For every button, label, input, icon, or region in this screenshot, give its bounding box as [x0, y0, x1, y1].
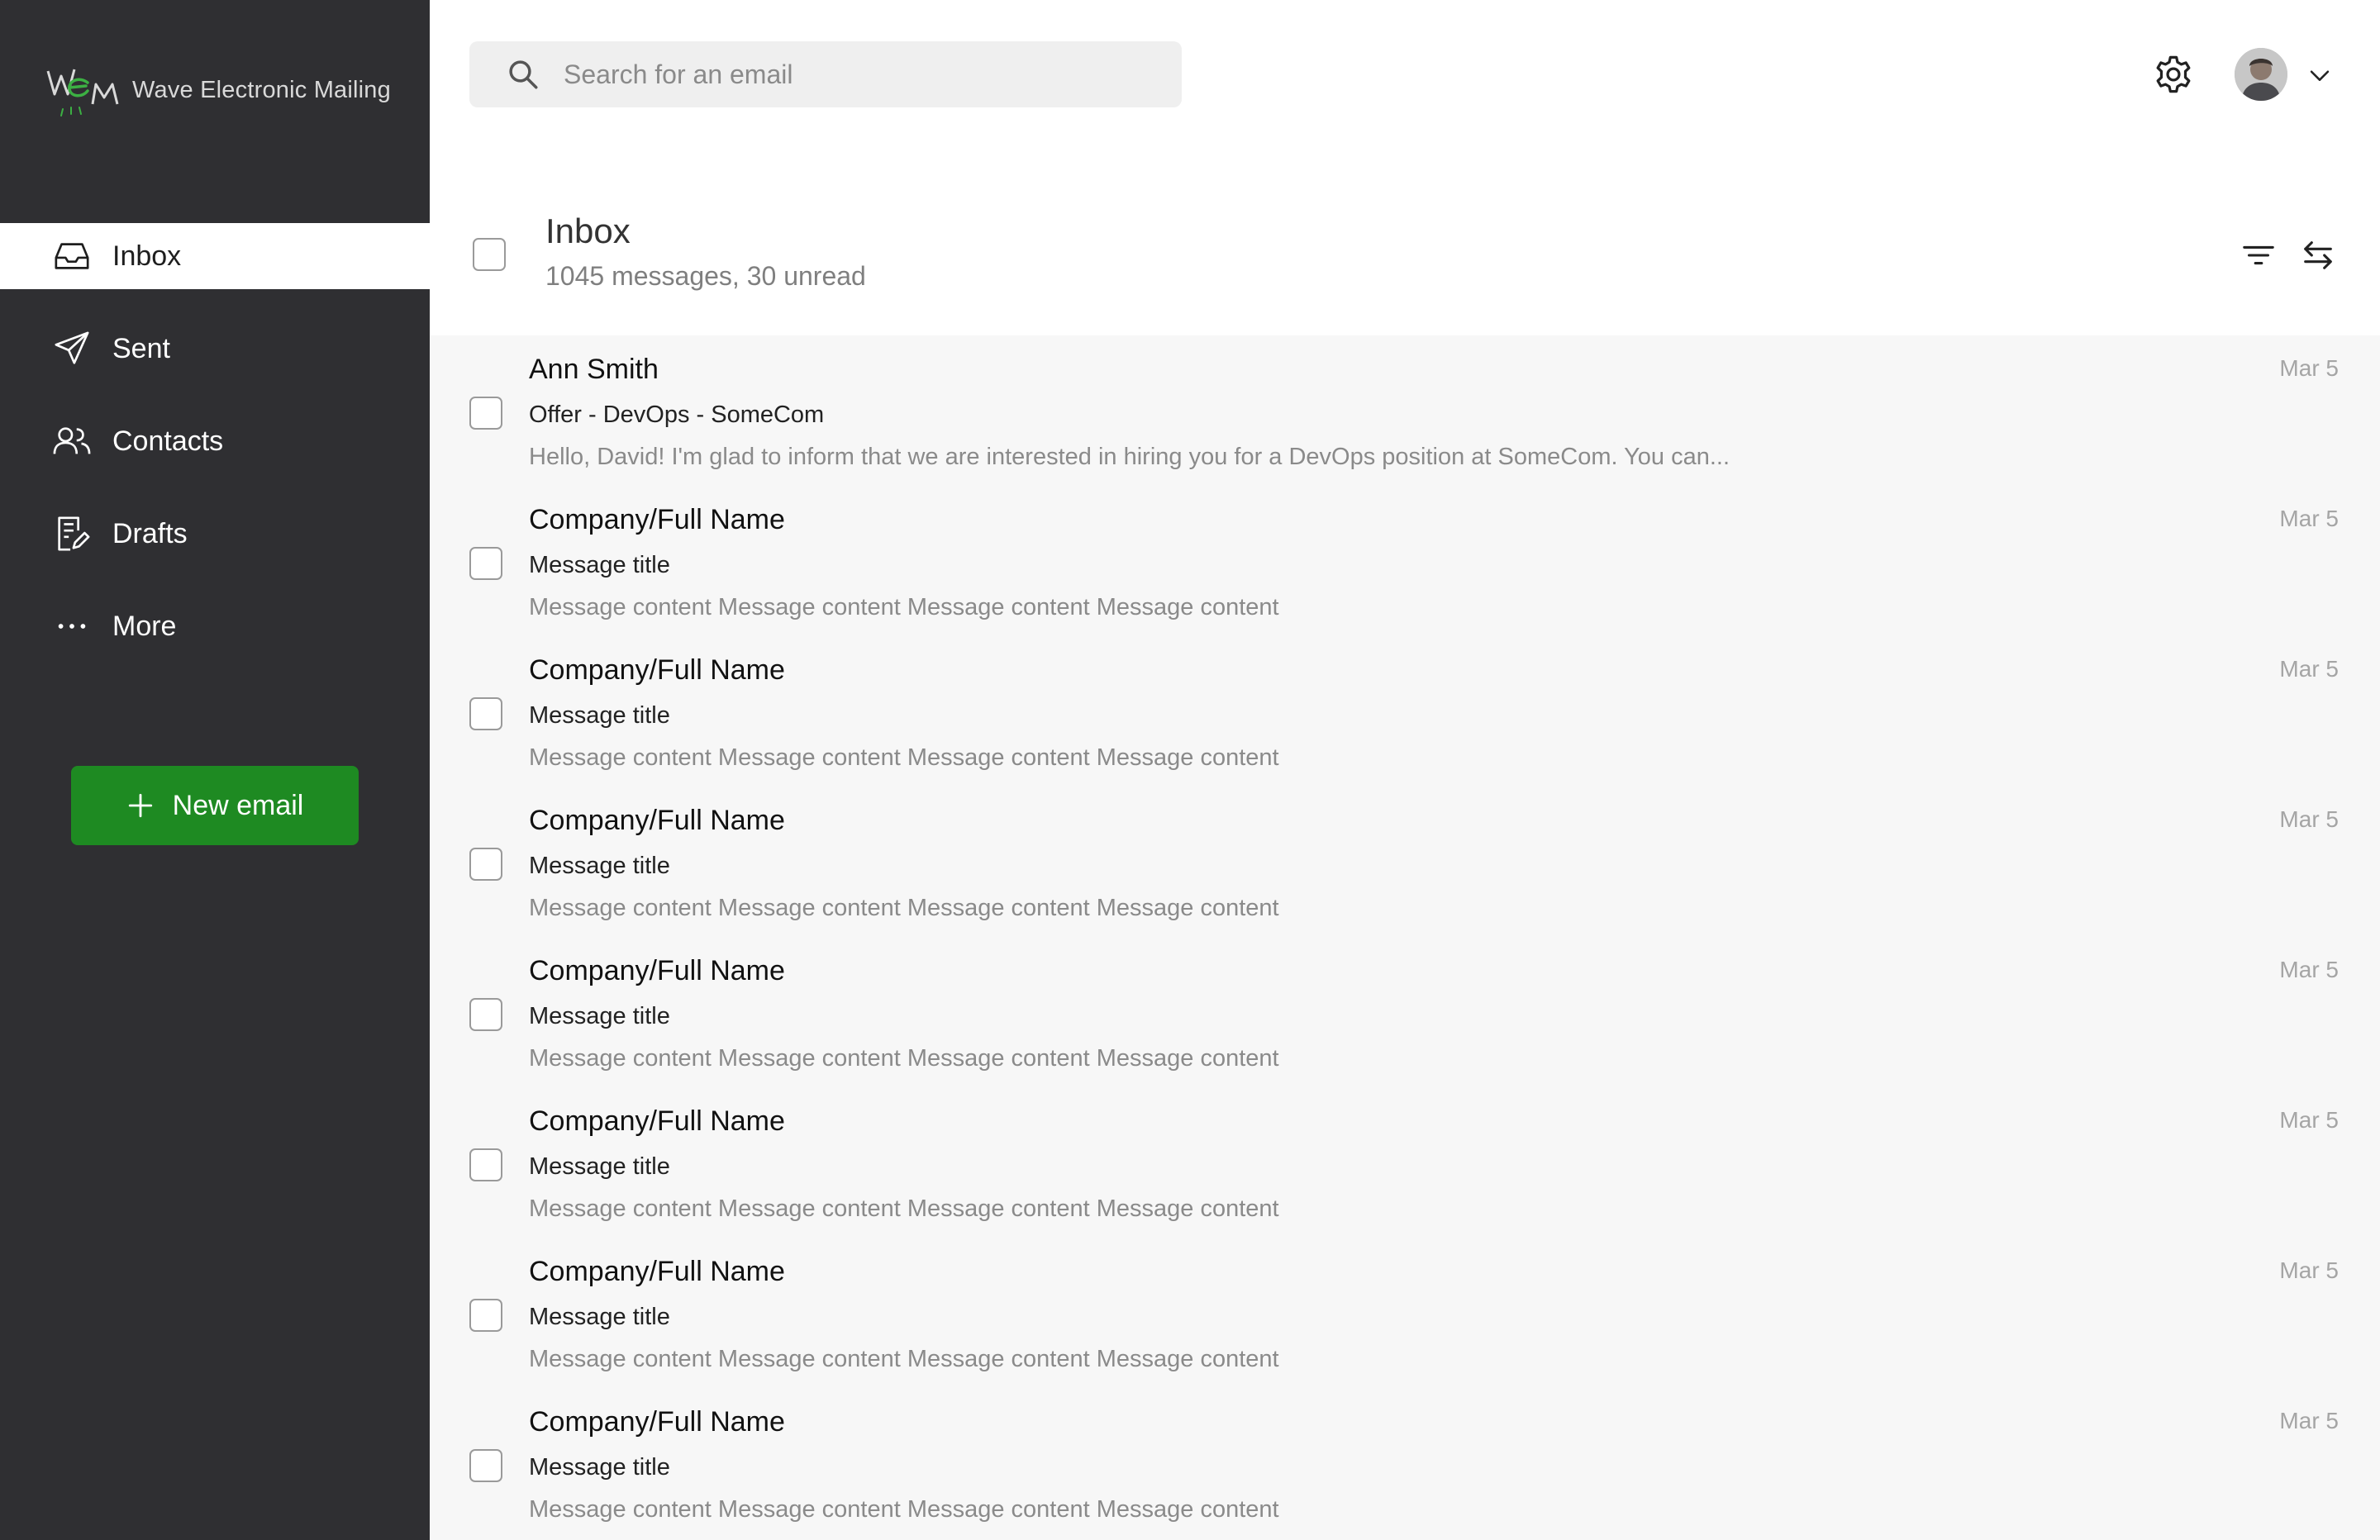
message-subject: Message title [529, 1153, 670, 1180]
sidebar: Wave Electronic Mailing Inbox Sent Conta… [0, 0, 430, 1540]
user-avatar[interactable] [2235, 48, 2287, 101]
message-date: Mar 5 [2279, 355, 2339, 381]
sidebar-item-drafts[interactable]: Drafts [0, 501, 430, 567]
more-icon [53, 607, 91, 645]
message-subject: Message title [529, 853, 670, 879]
sidebar-item-label: Drafts [112, 517, 188, 549]
message-preview: Message content Message content Message … [529, 1045, 1279, 1072]
message-date: Mar 5 [2279, 506, 2339, 531]
message-checkbox[interactable] [469, 1449, 502, 1482]
message-subject: Message title [529, 1003, 670, 1029]
message-checkbox[interactable] [469, 397, 502, 430]
app-logo[interactable]: Wave Electronic Mailing [46, 61, 391, 119]
message-sender: Company/Full Name [529, 955, 785, 986]
sidebar-item-label: Sent [112, 332, 170, 364]
search-icon [509, 60, 538, 89]
message-preview: Message content Message content Message … [529, 895, 1279, 921]
new-email-label: New email [172, 789, 304, 821]
message-subject: Message title [529, 552, 670, 578]
send-icon [53, 330, 91, 368]
sidebar-item-label: Contacts [112, 425, 224, 457]
message-row[interactable]: Company/Full Name Message title Message … [430, 486, 2380, 636]
sidebar-item-inbox[interactable]: Inbox [0, 223, 430, 289]
filter-icon[interactable] [2240, 236, 2278, 274]
message-sender: Company/Full Name [529, 504, 785, 535]
wem-logo-icon [46, 69, 119, 116]
avatar-image [2235, 48, 2287, 101]
sidebar-item-label: More [112, 610, 177, 642]
sidebar-item-label: Inbox [112, 240, 182, 272]
message-sender: Company/Full Name [529, 654, 785, 686]
message-count: 1045 messages, 30 unread [545, 261, 866, 291]
message-sender: Company/Full Name [529, 1256, 785, 1287]
message-sender: Company/Full Name [529, 1406, 785, 1438]
message-date: Mar 5 [2279, 656, 2339, 682]
message-date: Mar 5 [2279, 806, 2339, 832]
message-preview: Message content Message content Message … [529, 594, 1279, 620]
inbox-header: Inbox 1045 messages, 30 unread [430, 165, 2380, 335]
message-row[interactable]: Company/Full Name Message title Message … [430, 1238, 2380, 1388]
message-date: Mar 5 [2279, 957, 2339, 982]
message-date: Mar 5 [2279, 1408, 2339, 1433]
message-preview: Message content Message content Message … [529, 744, 1279, 771]
message-checkbox[interactable] [469, 998, 502, 1031]
message-row[interactable]: Ann Smith Offer - DevOps - SomeCom Hello… [430, 335, 2380, 486]
new-email-button[interactable]: New email [71, 766, 359, 845]
page-title: Inbox [545, 212, 631, 250]
message-preview: Message content Message content Message … [529, 1195, 1279, 1222]
message-row[interactable]: Company/Full Name Message title Message … [430, 787, 2380, 937]
sidebar-item-sent[interactable]: Sent [0, 316, 430, 382]
chevron-down-icon[interactable] [2306, 61, 2334, 89]
message-list: Ann Smith Offer - DevOps - SomeCom Hello… [430, 335, 2380, 1540]
drafts-icon [53, 515, 91, 553]
message-row[interactable]: Company/Full Name Message title Message … [430, 1087, 2380, 1238]
search-bar[interactable] [469, 41, 1182, 107]
message-checkbox[interactable] [469, 1299, 502, 1332]
message-subject: Message title [529, 1304, 670, 1330]
message-subject: Offer - DevOps - SomeCom [529, 402, 825, 428]
message-checkbox[interactable] [469, 848, 502, 881]
message-sender: Company/Full Name [529, 805, 785, 836]
message-row[interactable]: Company/Full Name Message title Message … [430, 636, 2380, 787]
inbox-icon [53, 237, 91, 275]
sidebar-nav: Inbox Sent Contacts Drafts More [0, 223, 430, 686]
message-preview: Hello, David! I'm glad to inform that we… [529, 444, 1730, 470]
message-subject: Message title [529, 702, 670, 729]
plus-icon [128, 793, 152, 818]
message-date: Mar 5 [2279, 1257, 2339, 1283]
sidebar-item-contacts[interactable]: Contacts [0, 408, 430, 474]
sidebar-item-more[interactable]: More [0, 593, 430, 659]
logo-text: Wave Electronic Mailing [132, 76, 391, 103]
message-row[interactable]: Company/Full Name Message title Message … [430, 937, 2380, 1087]
select-all-checkbox[interactable] [473, 238, 506, 271]
search-input[interactable] [564, 59, 1142, 90]
gear-icon[interactable] [2152, 53, 2195, 96]
message-checkbox[interactable] [469, 547, 502, 580]
message-subject: Message title [529, 1454, 670, 1481]
message-sender: Ann Smith [529, 354, 659, 385]
message-date: Mar 5 [2279, 1107, 2339, 1133]
sort-icon[interactable] [2299, 236, 2337, 274]
message-preview: Message content Message content Message … [529, 1346, 1279, 1372]
message-checkbox[interactable] [469, 697, 502, 730]
message-preview: Message content Message content Message … [529, 1496, 1279, 1523]
message-sender: Company/Full Name [529, 1105, 785, 1137]
contacts-icon [53, 422, 91, 460]
message-checkbox[interactable] [469, 1148, 502, 1181]
message-row[interactable]: Company/Full Name Message title Message … [430, 1388, 2380, 1538]
